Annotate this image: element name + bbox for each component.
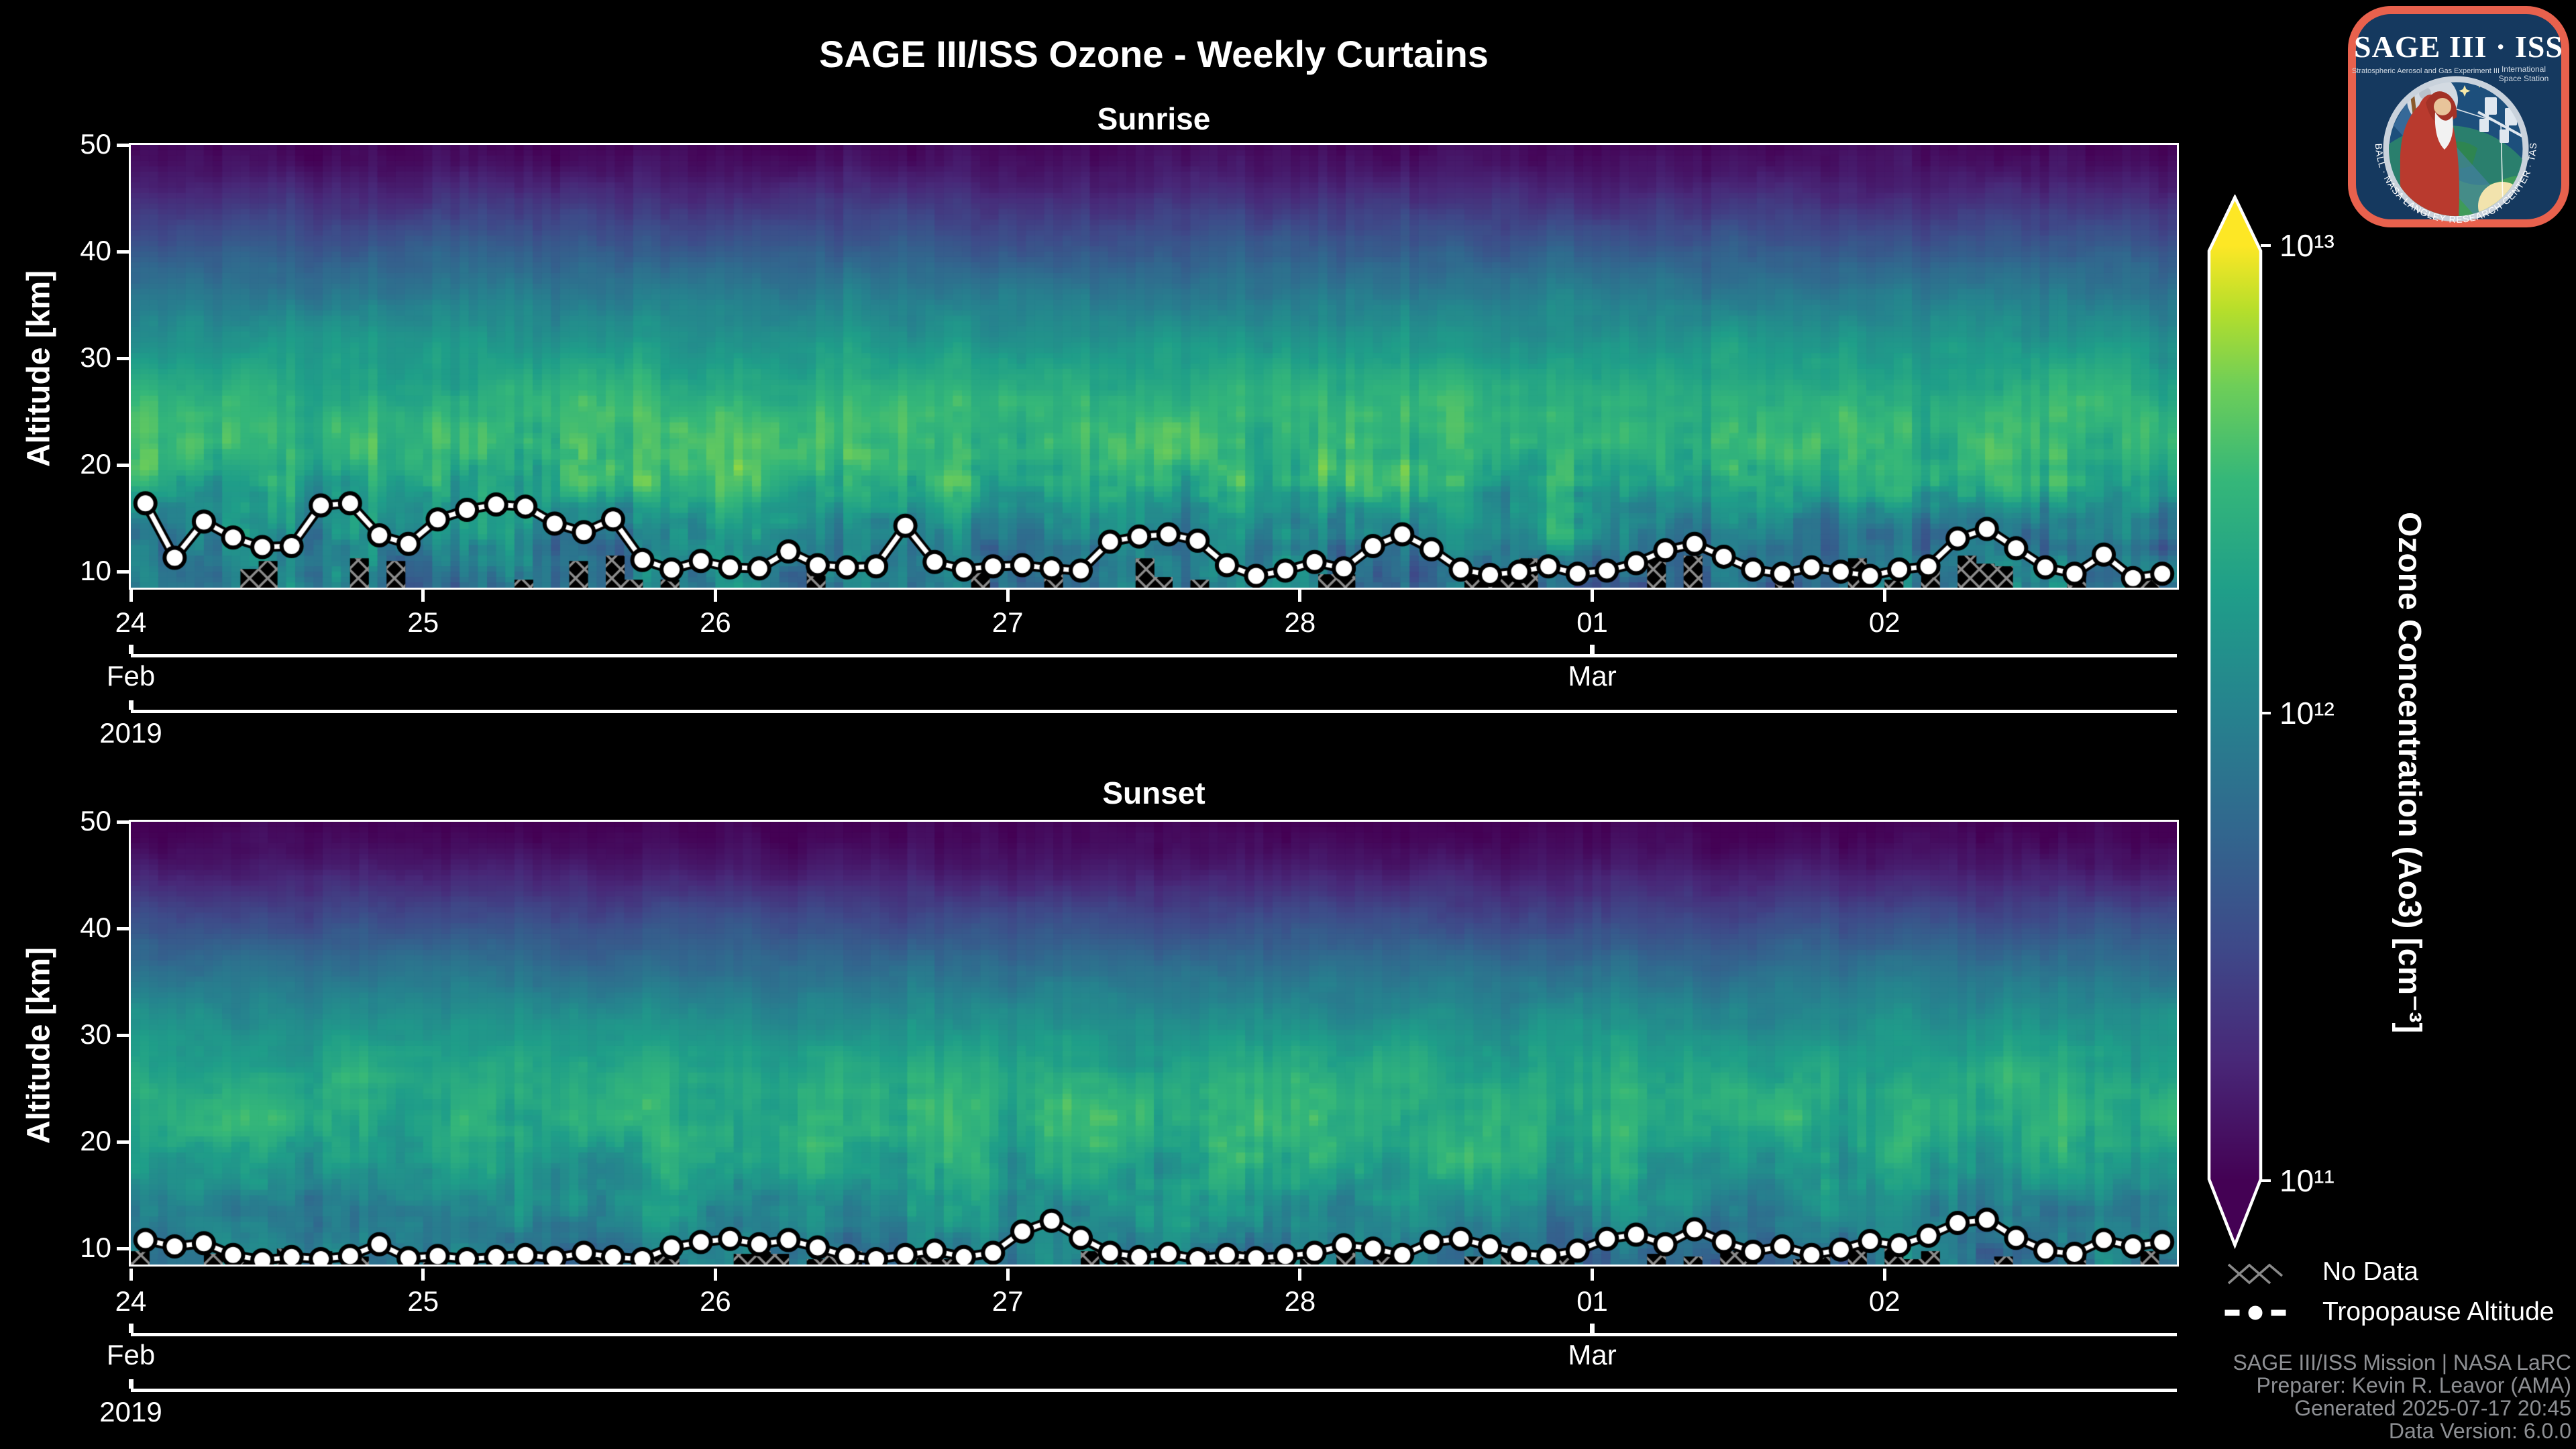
x-tick-mark	[421, 590, 425, 602]
year-axis-line	[131, 710, 2177, 713]
x-tick-label: 25	[407, 606, 439, 638]
month-label: Feb	[106, 1339, 156, 1371]
x-tick-mark	[1298, 590, 1302, 602]
colorbar-axis-label: Ozone Concentration (Ao3) [cm⁻³]	[2392, 512, 2427, 1034]
credits-line: SAGE III/ISS Mission | NASA LaRC	[2233, 1350, 2571, 1375]
x-tick-mark	[421, 1269, 425, 1281]
year-label: 2019	[99, 1396, 162, 1428]
month-axis-line	[131, 1333, 2177, 1336]
x-tick-label: 28	[1284, 606, 1316, 638]
y-tick-label: 10	[80, 555, 111, 587]
month-label: Feb	[106, 660, 156, 692]
x-tick-label: 26	[700, 1285, 731, 1317]
x-tick-mark	[1882, 1269, 1886, 1281]
panel-title-sunrise: Sunrise	[1097, 101, 1211, 136]
panel-title-sunset: Sunset	[1102, 775, 1205, 810]
tropopause-legend-marker	[2222, 1302, 2288, 1324]
x-tick-mark	[713, 590, 717, 602]
x-tick-mark	[1006, 590, 1010, 602]
x-tick-label: 01	[1576, 606, 1608, 638]
credits-line: Preparer: Kevin R. Leavor (AMA)	[2256, 1373, 2572, 1397]
month-tick-mark	[1590, 645, 1595, 654]
logo-subtitle-program: Stratospheric Aerosol and Gas Experiment…	[2352, 67, 2500, 75]
credits-line: Generated 2025-07-17 20:45	[2294, 1396, 2571, 1420]
month-label: Mar	[1568, 660, 1617, 692]
y-tick-label: 50	[80, 805, 111, 837]
y-tick-label: 10	[80, 1232, 111, 1264]
year-tick-mark	[128, 700, 133, 710]
y-tick-label: 50	[80, 128, 111, 160]
colorbar-tick-1e13: 10¹³	[2279, 228, 2334, 263]
colorbar-tick-1e12: 10¹²	[2279, 696, 2334, 731]
x-tick-label: 02	[1868, 1285, 1900, 1317]
logo-subtitle-iss-2: Space Station	[2499, 74, 2549, 83]
tropopause-legend-label: Tropopause Altitude	[2322, 1297, 2555, 1326]
y-tick-mark	[117, 1246, 129, 1250]
colorbar-gradient-bar	[2207, 195, 2263, 1250]
x-tick-mark	[1591, 590, 1595, 602]
sunset-panel-frame	[129, 820, 2179, 1267]
y-tick-mark	[117, 463, 129, 467]
year-axis-line	[131, 1389, 2177, 1392]
y-tick-label: 30	[80, 341, 111, 374]
y-tick-label: 30	[80, 1018, 111, 1051]
sunrise-panel-frame	[129, 143, 2179, 590]
y-tick-label: 20	[80, 1125, 111, 1157]
page-title: SAGE III/ISS Ozone - Weekly Curtains	[819, 33, 1489, 75]
y-tick-mark	[117, 1140, 129, 1144]
month-axis-line	[131, 654, 2177, 657]
month-tick-mark	[1590, 1324, 1595, 1333]
sunset-heatmap-canvas	[131, 822, 2177, 1265]
x-tick-mark	[1882, 590, 1886, 602]
x-tick-mark	[129, 1269, 133, 1281]
logo-title: SAGE III · ISS	[2354, 30, 2563, 64]
no-data-legend-label: No Data	[2322, 1257, 2419, 1286]
x-tick-label: 25	[407, 1285, 439, 1317]
month-tick-mark	[128, 1324, 133, 1333]
y-tick-mark	[117, 1033, 129, 1037]
year-tick-mark	[128, 1379, 133, 1389]
y-tick-mark	[117, 356, 129, 360]
credits-line: Data Version: 6.0.0	[2388, 1419, 2571, 1443]
sunrise-heatmap-canvas	[131, 145, 2177, 588]
month-tick-mark	[128, 645, 133, 654]
x-tick-mark	[1591, 1269, 1595, 1281]
x-tick-label: 27	[991, 606, 1024, 638]
month-label: Mar	[1568, 1339, 1617, 1371]
y-tick-mark	[117, 570, 129, 574]
x-tick-label: 27	[991, 1285, 1024, 1317]
x-tick-mark	[129, 590, 133, 602]
x-tick-label: 26	[700, 606, 731, 638]
year-label: 2019	[99, 717, 162, 749]
logo-subtitle-iss-1: International	[2502, 64, 2546, 74]
colorbar-tick-1e11: 10¹¹	[2279, 1163, 2334, 1198]
y-tick-mark	[117, 250, 129, 254]
y-tick-mark	[117, 820, 129, 824]
x-tick-mark	[1298, 1269, 1302, 1281]
y-tick-label: 40	[80, 912, 111, 944]
x-tick-label: 24	[115, 1285, 147, 1317]
x-tick-label: 24	[115, 606, 147, 638]
x-tick-mark	[713, 1269, 717, 1281]
x-tick-mark	[1006, 1269, 1010, 1281]
mission-logo: SAGE III · ISS Stratospheric Aerosol and…	[2347, 5, 2569, 227]
x-tick-label: 01	[1576, 1285, 1608, 1317]
x-tick-label: 28	[1284, 1285, 1316, 1317]
credits-block: SAGE III/ISS Mission | NASA LaRC Preparer…	[1878, 1351, 2571, 1442]
colorbar	[2207, 195, 2271, 1250]
y-tick-label: 40	[80, 235, 111, 267]
no-data-legend-marker	[2227, 1263, 2284, 1285]
y-tick-label: 20	[80, 448, 111, 480]
y-tick-mark	[117, 926, 129, 930]
x-tick-label: 02	[1868, 606, 1900, 638]
y-tick-mark	[117, 143, 129, 147]
